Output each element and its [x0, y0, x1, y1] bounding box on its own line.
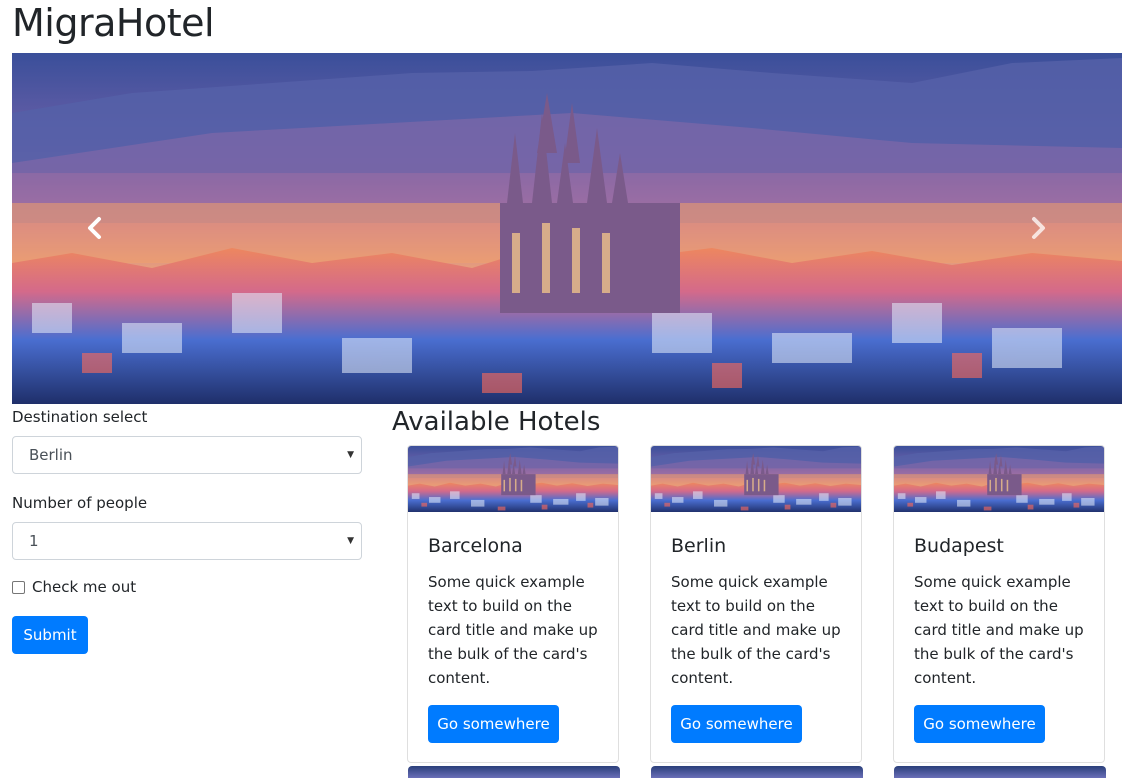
- chevron-right-icon: [1032, 217, 1045, 239]
- card-title: Barcelona: [428, 535, 523, 557]
- hotel-card: Barcelona Some quick example text to bui…: [407, 445, 619, 763]
- go-somewhere-button[interactable]: Go somewhere: [428, 705, 559, 743]
- check-me-out-label[interactable]: Check me out: [32, 578, 136, 596]
- card-title: Berlin: [671, 535, 727, 557]
- card-text: Some quick example text to build on the …: [914, 573, 1084, 687]
- hotel-card: Budapest Some quick example text to buil…: [893, 445, 1105, 763]
- card-image: [894, 446, 1104, 512]
- submit-button[interactable]: Submit: [12, 616, 88, 654]
- destination-select[interactable]: Berlin ▼: [12, 436, 362, 474]
- carousel-prev-button[interactable]: [80, 213, 110, 243]
- chevron-left-icon: [88, 217, 101, 239]
- people-select[interactable]: 1 ▼: [12, 522, 362, 560]
- hero-carousel[interactable]: [12, 53, 1122, 404]
- go-somewhere-button[interactable]: Go somewhere: [671, 705, 802, 743]
- hotel-card-next-row: [408, 766, 620, 778]
- hotel-card-next-row: [651, 766, 863, 778]
- destination-select-value: Berlin: [29, 446, 73, 464]
- card-text: Some quick example text to build on the …: [428, 573, 598, 687]
- carousel-next-button[interactable]: [1023, 213, 1053, 243]
- available-hotels-heading: Available Hotels: [392, 407, 601, 437]
- card-text: Some quick example text to build on the …: [671, 573, 841, 687]
- check-me-out-checkbox[interactable]: [12, 581, 25, 594]
- people-label: Number of people: [12, 494, 148, 512]
- app-title: MigraHotel: [12, 1, 215, 45]
- go-somewhere-button[interactable]: Go somewhere: [914, 705, 1045, 743]
- destination-label: Destination select: [12, 408, 148, 426]
- caret-down-icon: ▼: [347, 450, 354, 460]
- hotel-card-next-row: [894, 766, 1106, 778]
- people-select-value: 1: [29, 532, 39, 550]
- card-title: Budapest: [914, 535, 1004, 557]
- caret-down-icon: ▼: [347, 536, 354, 546]
- hotel-card: Berlin Some quick example text to build …: [650, 445, 862, 763]
- card-image: [651, 446, 861, 512]
- card-image: [408, 446, 618, 512]
- carousel-image: [12, 53, 1122, 404]
